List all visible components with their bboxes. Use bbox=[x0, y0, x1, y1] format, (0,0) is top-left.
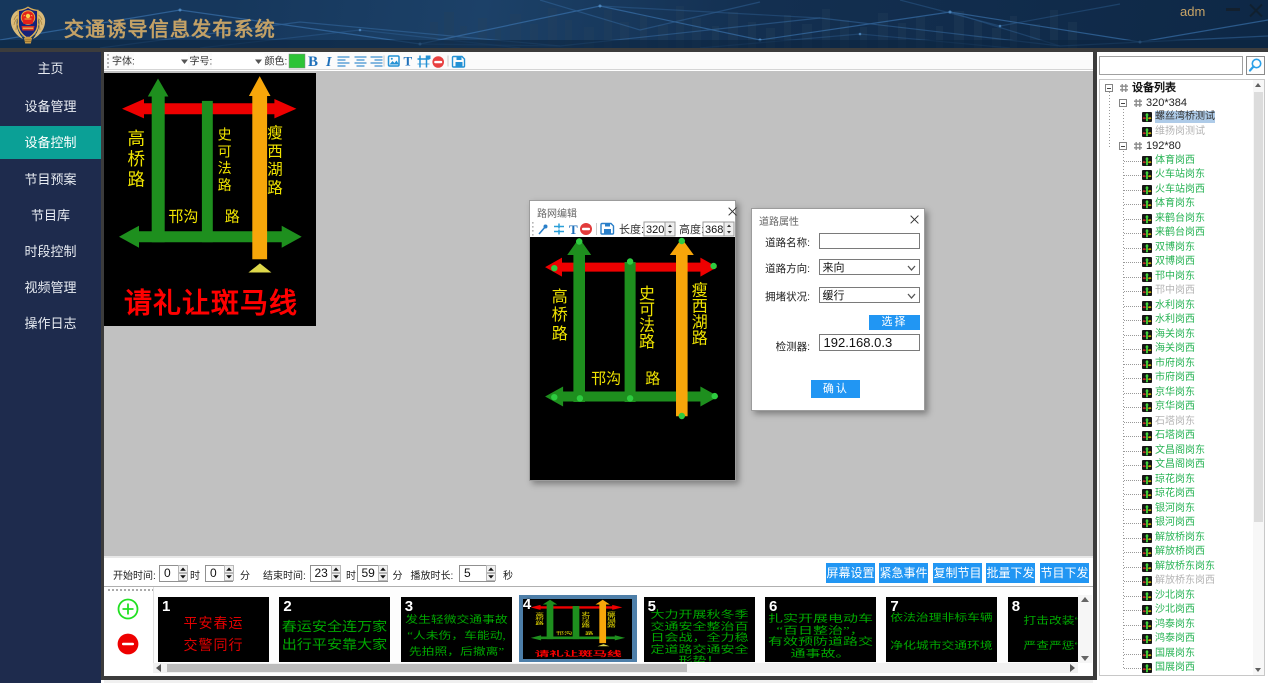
svg-text:B: B bbox=[308, 54, 318, 70]
svg-text:史: 史 bbox=[218, 128, 232, 144]
svg-text:T: T bbox=[569, 222, 578, 237]
svg-text:长度:: 长度: bbox=[619, 222, 644, 236]
svg-text:高: 高 bbox=[127, 129, 145, 149]
svg-text:高度:: 高度: bbox=[679, 222, 704, 236]
svg-text:瘦: 瘦 bbox=[607, 610, 616, 615]
svg-text:桥: 桥 bbox=[127, 149, 145, 169]
svg-text:可: 可 bbox=[218, 145, 232, 160]
svg-text:史: 史 bbox=[581, 610, 590, 615]
svg-text:史: 史 bbox=[639, 285, 655, 303]
svg-text:可: 可 bbox=[581, 615, 590, 620]
svg-text:邗沟: 邗沟 bbox=[556, 630, 573, 635]
svg-text:高: 高 bbox=[552, 288, 568, 306]
svg-text:路: 路 bbox=[645, 371, 660, 388]
svg-text:字体:: 字体: bbox=[112, 55, 135, 68]
svg-text:西: 西 bbox=[267, 143, 283, 160]
svg-text:368: 368 bbox=[705, 224, 723, 236]
svg-text:路: 路 bbox=[552, 325, 568, 343]
svg-text:瘦: 瘦 bbox=[692, 282, 708, 300]
svg-text:法: 法 bbox=[639, 317, 655, 335]
svg-text:西: 西 bbox=[607, 615, 616, 620]
svg-text:请礼让斑马线: 请礼让斑马线 bbox=[535, 649, 623, 657]
svg-text:湖: 湖 bbox=[267, 161, 283, 179]
svg-text:路: 路 bbox=[218, 178, 232, 194]
svg-text:颜色:: 颜色: bbox=[265, 55, 288, 68]
svg-text:法: 法 bbox=[218, 161, 232, 177]
svg-text:可: 可 bbox=[639, 302, 655, 319]
svg-text:湖: 湖 bbox=[692, 314, 708, 332]
svg-text:请礼让斑马线: 请礼让斑马线 bbox=[124, 288, 298, 320]
svg-text:桥: 桥 bbox=[552, 306, 568, 324]
svg-text:路: 路 bbox=[692, 330, 708, 348]
svg-text:高: 高 bbox=[535, 611, 544, 616]
svg-text:路: 路 bbox=[639, 333, 655, 351]
svg-text:320: 320 bbox=[646, 224, 664, 236]
svg-text:路: 路 bbox=[225, 209, 240, 226]
svg-text:邗沟: 邗沟 bbox=[168, 209, 198, 226]
svg-text:路: 路 bbox=[585, 630, 594, 635]
svg-text:瘦: 瘦 bbox=[267, 124, 283, 142]
svg-text:邗沟: 邗沟 bbox=[591, 371, 621, 388]
svg-text:路: 路 bbox=[267, 179, 283, 197]
svg-text:T: T bbox=[404, 54, 413, 69]
svg-text:路: 路 bbox=[127, 170, 145, 190]
svg-text:字号:: 字号: bbox=[190, 55, 213, 68]
svg-text:西: 西 bbox=[692, 299, 708, 316]
svg-text:I: I bbox=[325, 55, 332, 70]
